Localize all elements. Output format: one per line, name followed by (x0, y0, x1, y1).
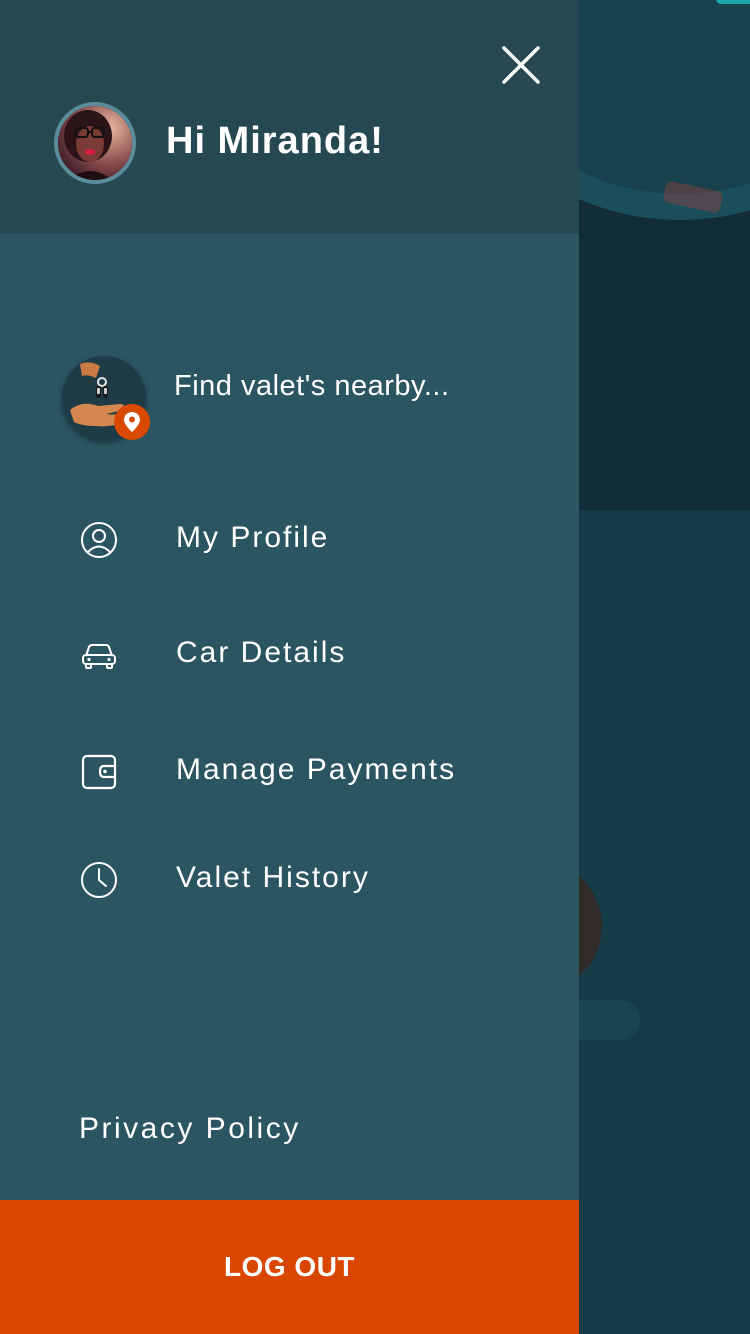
menu-item-car-details[interactable]: Car Details (0, 619, 579, 689)
logout-button[interactable]: LOG OUT (0, 1200, 579, 1334)
wallet-icon (80, 753, 118, 791)
menu-item-label: Valet History (176, 861, 370, 894)
find-valet-label: Find valet's nearby... (174, 370, 450, 402)
car-icon (80, 636, 118, 674)
close-button[interactable] (496, 40, 546, 90)
avatar-photo (58, 106, 132, 180)
close-icon (502, 46, 540, 84)
menu-item-valet-history[interactable]: Valet History (0, 844, 579, 914)
menu-item-label: Manage Payments (176, 753, 457, 786)
greeting-text: Hi Miranda! (166, 120, 384, 162)
clock-icon (80, 861, 118, 899)
menu-item-manage-payments[interactable]: Manage Payments (0, 736, 579, 806)
menu-item-my-profile[interactable]: My Profile (0, 504, 579, 574)
user-circle-icon (80, 521, 118, 559)
avatar[interactable] (54, 102, 136, 184)
menu-item-label: Car Details (176, 636, 347, 669)
background-accent-bar (716, 0, 750, 4)
navigation-drawer: Hi Miranda! Find valet's nearby... My Pr… (0, 0, 579, 1334)
find-valet-button[interactable]: Find valet's nearby... (0, 348, 579, 448)
location-pin-icon (114, 404, 150, 440)
drawer-header: Hi Miranda! (0, 0, 579, 234)
privacy-policy-link[interactable]: Privacy Policy (79, 1112, 301, 1146)
menu-item-label: My Profile (176, 521, 330, 554)
